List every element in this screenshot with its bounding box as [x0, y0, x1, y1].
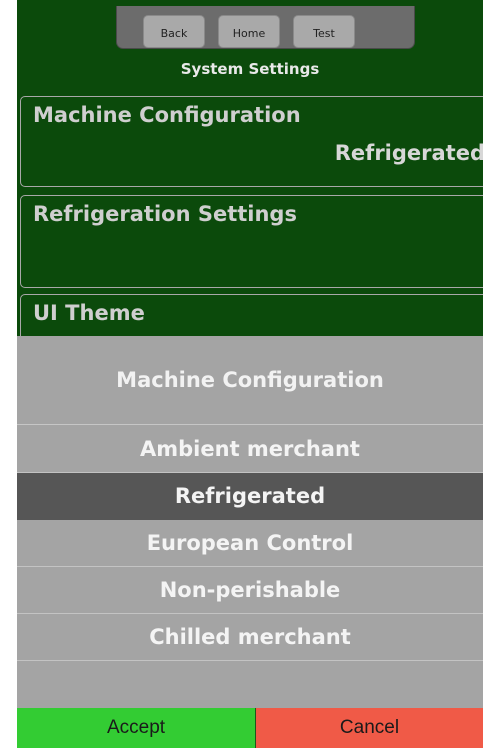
home-button[interactable]: Home: [218, 15, 280, 48]
picker-title: Machine Configuration: [17, 336, 483, 425]
machine-configuration-picker: Machine Configuration Ambient merchant R…: [17, 336, 483, 708]
option-european-control[interactable]: European Control: [17, 520, 483, 567]
page-title: System Settings: [180, 60, 320, 78]
setting-label: Refrigeration Settings: [33, 202, 297, 226]
setting-refrigeration-settings[interactable]: Refrigeration Settings: [20, 195, 483, 288]
option-chilled-merchant[interactable]: Chilled merchant: [17, 614, 483, 661]
option-non-perishable[interactable]: Non-perishable: [17, 567, 483, 614]
setting-value: Refrigerated: [334, 141, 483, 165]
test-button[interactable]: Test: [293, 15, 355, 48]
option-ambient-merchant[interactable]: Ambient merchant: [17, 426, 483, 473]
setting-label: UI Theme: [33, 301, 145, 325]
setting-label: Machine Configuration: [33, 103, 301, 127]
back-button[interactable]: Back: [143, 15, 205, 48]
accept-button[interactable]: Accept: [17, 708, 255, 748]
option-refrigerated[interactable]: Refrigerated: [17, 473, 483, 520]
setting-machine-configuration[interactable]: Machine Configuration Refrigerated: [20, 96, 483, 187]
cancel-button[interactable]: Cancel: [256, 708, 483, 748]
